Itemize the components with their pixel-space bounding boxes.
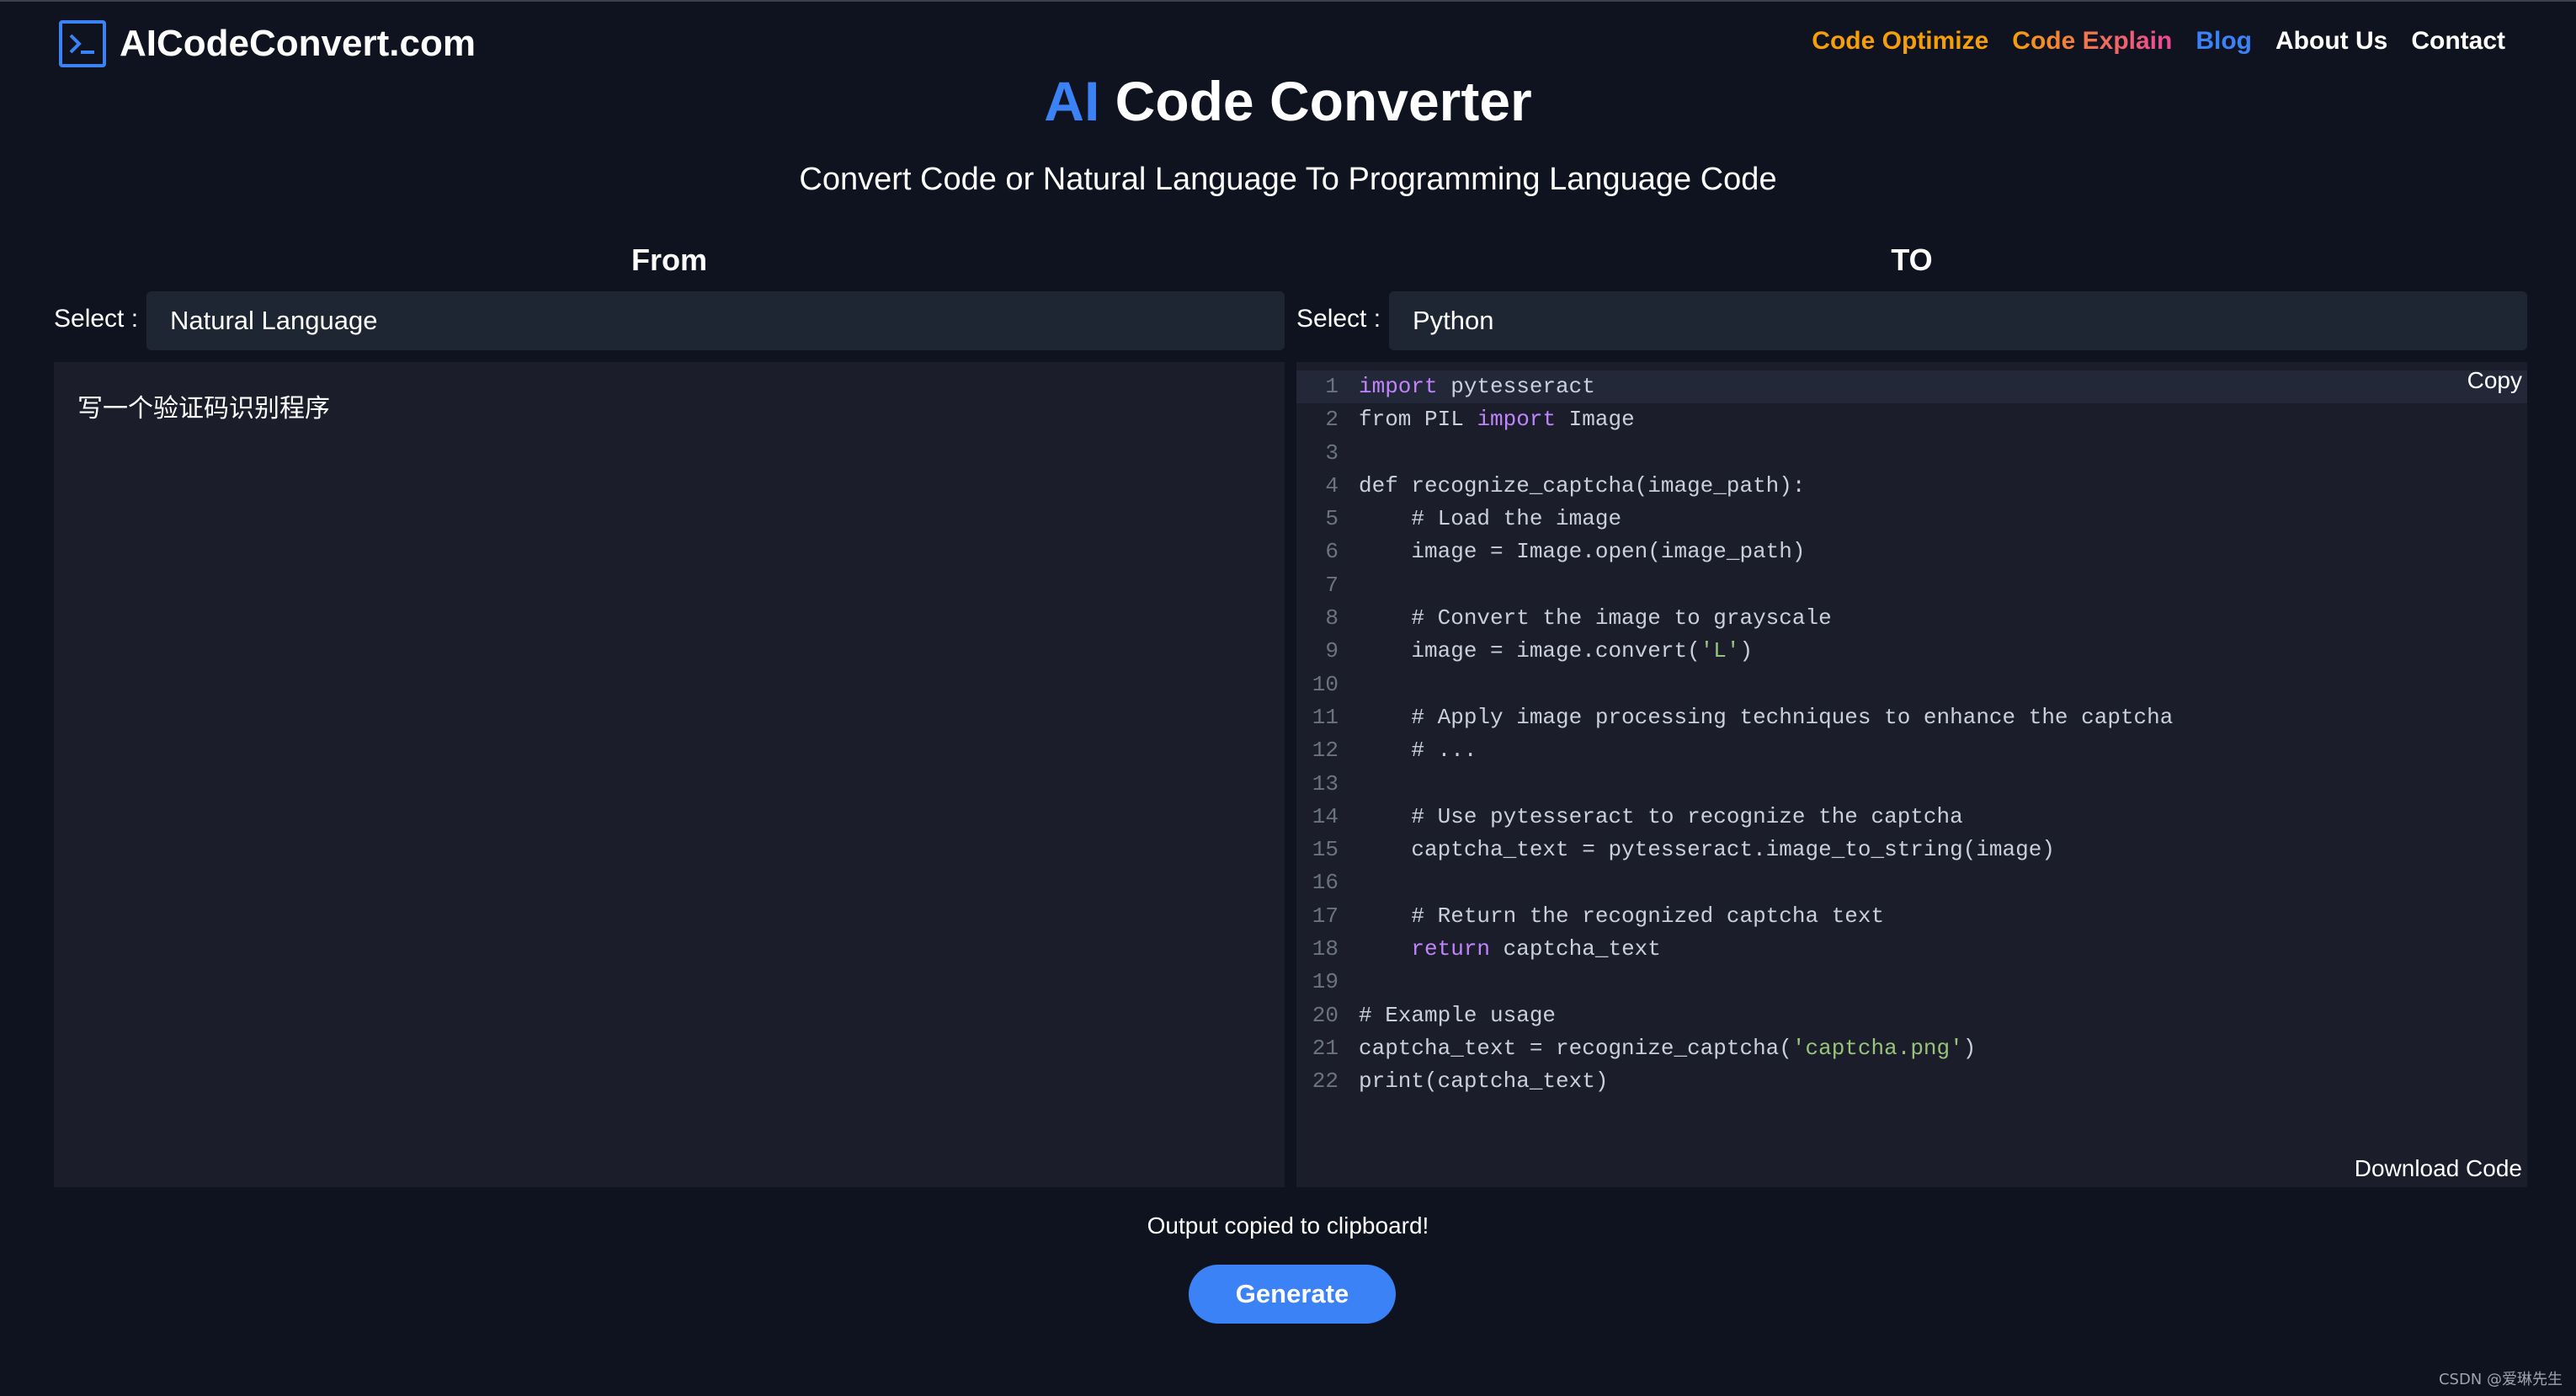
code-line: 21 captcha_text = recognize_captcha('capt… [1296,1032,2527,1065]
to-heading: TO [1891,242,1933,277]
code-text: captcha_text = pytesseract.image_to_stri… [1359,837,2055,863]
download-code-button[interactable]: Download Code [2355,1155,2522,1182]
code-text: from PIL import Image [1359,407,1635,433]
code-text: # Return the recognized captcha text [1359,903,1885,929]
to-select-label: Select : [1296,305,1381,333]
code-line: 10 [1296,669,2527,701]
code-text: captcha_text = recognize_captcha('captch… [1359,1035,1977,1061]
code-line: 16 [1296,866,2527,899]
source-input[interactable]: 写一个验证码识别程序 [54,362,1285,1187]
code-line: 8 # Convert the image to grayscale [1296,602,2527,635]
code-line: 22 print(captcha_text) [1296,1065,2527,1098]
watermark: CSDN @爱琳先生 [2438,1371,2563,1388]
code-line: 14 # Use pytesseract to recognize the ca… [1296,801,2527,834]
code-text: print(captcha_text) [1359,1068,1609,1095]
from-selected-value: Natural Language [170,306,378,335]
copy-button[interactable]: Copy [2467,367,2522,394]
line-number: 20 [1312,1002,1339,1028]
line-number: 14 [1312,803,1339,829]
line-number: 4 [1325,472,1339,498]
page-title: AI Code Converter [0,69,2576,133]
code-line: 3 [1296,437,2527,470]
from-language-select[interactable]: Natural Language [146,291,1285,350]
title-accent: AI [1044,70,1100,132]
line-number: 9 [1325,638,1339,664]
generate-button[interactable]: Generate [1189,1265,1396,1324]
code-text: image = Image.open(image_path) [1359,539,1806,565]
code-text: # ... [1359,738,1477,764]
line-number: 22 [1312,1068,1339,1095]
line-number: 17 [1312,903,1339,929]
code-line: 13 [1296,768,2527,801]
line-number: 11 [1312,704,1339,730]
nav-blog[interactable]: Blog [2195,27,2252,56]
line-number: 21 [1312,1035,1339,1061]
code-line: 18 return captcha_text [1296,933,2527,966]
status-message: Output copied to clipboard! [1147,1212,1429,1239]
code-text: image = image.convert('L') [1359,638,1754,664]
code-line: 7 [1296,569,2527,602]
code-text: def recognize_captcha(image_path): [1359,472,1806,498]
line-number: 8 [1325,605,1339,631]
line-number: 12 [1312,738,1339,764]
code-line: 5 # Load the image [1296,503,2527,535]
nav-code-optimize[interactable]: Code Optimize [1812,27,1988,56]
code-line: 15 captcha_text = pytesseract.image_to_s… [1296,834,2527,866]
code-text: # Convert the image to grayscale [1359,605,1832,631]
title-rest: Code Converter [1099,70,1532,132]
code-text: import pytesseract [1359,374,1595,399]
code-line: 20 # Example usage [1296,999,2527,1032]
code-text: # Example usage [1359,1002,1557,1028]
line-number: 3 [1325,440,1339,466]
code-line: 19 [1296,966,2527,999]
line-number: 1 [1325,374,1339,399]
line-number: 18 [1312,936,1339,962]
code-text: return captcha_text [1411,936,1661,962]
site-name: AICodeConvert.com [120,23,476,64]
line-number: 13 [1312,770,1339,797]
to-language-select[interactable]: Python [1389,291,2527,350]
line-number: 7 [1325,572,1339,598]
nav-contact[interactable]: Contact [2411,27,2505,56]
code-text: # Apply image processing techniques to e… [1359,704,2174,730]
source-input-text: 写一个验证码识别程序 [77,394,330,424]
code-line: 11 # Apply image processing techniques t… [1296,701,2527,734]
from-select-label: Select : [54,305,139,333]
code-editor[interactable]: 1 import pytesseract 2 from PIL import Imag… [1296,370,2527,1099]
nav-about-us[interactable]: About Us [2275,27,2387,56]
line-number: 5 [1325,506,1339,532]
line-number: 2 [1325,407,1339,433]
main-nav: Code Optimize Code Explain Blog About Us… [1812,27,2505,56]
site-logo[interactable]: AICodeConvert.com [59,20,476,67]
code-line: 2 from PIL import Image [1296,403,2527,436]
page-subtitle: Convert Code or Natural Language To Prog… [799,162,1777,197]
code-line: 12 # ... [1296,734,2527,767]
terminal-icon [59,20,106,67]
line-number: 10 [1312,671,1339,697]
code-line: 4 def recognize_captcha(image_path): [1296,470,2527,503]
code-line: 17 # Return the recognized captcha text [1296,900,2527,933]
line-number: 19 [1312,969,1339,995]
line-number: 6 [1325,539,1339,565]
code-output[interactable]: 1 import pytesseract 2 from PIL import Imag… [1296,362,2527,1187]
code-text: # Use pytesseract to recognize the captc… [1359,803,1963,829]
code-line: 9 image = image.convert('L') [1296,635,2527,668]
code-line: 1 import pytesseract [1296,370,2527,404]
line-number: 16 [1312,870,1339,896]
code-line: 6 image = Image.open(image_path) [1296,535,2527,568]
nav-code-explain[interactable]: Code Explain [2012,27,2172,56]
code-text: # Load the image [1359,506,1622,532]
line-number: 15 [1312,837,1339,863]
to-selected-value: Python [1413,306,1494,335]
from-heading: From [631,242,707,277]
